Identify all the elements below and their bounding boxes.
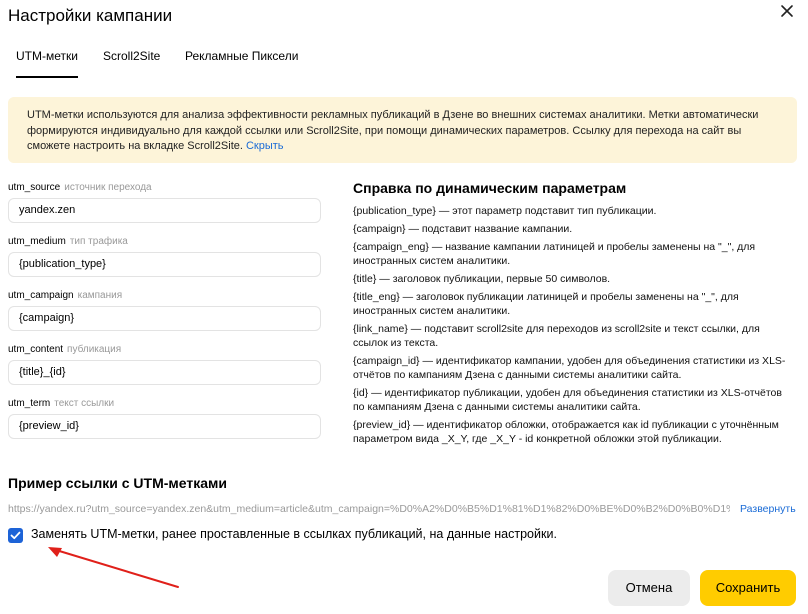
help-item: {link_name} — подставит scroll2site для … xyxy=(353,323,760,349)
replace-utm-checkbox[interactable] xyxy=(8,528,23,543)
replace-utm-label: Заменять UTM-метки, ранее проставленные … xyxy=(31,527,557,541)
help-item: {preview_id} — идентификатор обложки, от… xyxy=(353,419,779,445)
utm-medium-hint: тип трафика xyxy=(69,236,128,247)
utm-content-hint: публикация xyxy=(67,344,122,355)
help-item: {title} — заголовок публикации, первые 5… xyxy=(353,273,611,285)
dialog-title: Настройки кампании xyxy=(8,6,173,25)
help-item: {title_eng} — заголовок публикации латин… xyxy=(353,291,739,317)
example-title: Пример ссылки с UTM-метками xyxy=(8,475,227,491)
help-item: {publication_type} — этот параметр подст… xyxy=(353,205,657,217)
help-section: Справка по динамическим параметрам {publ… xyxy=(353,180,793,450)
utm-medium-input[interactable]: {publication_type} xyxy=(8,252,321,277)
help-item: {campaign_eng} — название кампании латин… xyxy=(353,241,756,267)
utm-source-label: utm_source источник перехода xyxy=(8,182,152,193)
hide-notice-link[interactable]: Скрыть xyxy=(246,140,284,152)
info-notice: UTM-метки используются для анализа эффек… xyxy=(8,97,797,163)
tab-pixels[interactable]: Рекламные Пиксели xyxy=(185,49,298,63)
notice-text: UTM-метки используются для анализа эффек… xyxy=(27,109,759,152)
close-icon[interactable] xyxy=(778,2,798,22)
checkmark-icon xyxy=(10,531,21,540)
expand-link[interactable]: Развернуть xyxy=(740,503,796,515)
help-title: Справка по динамическим параметрам xyxy=(353,180,627,196)
tab-scroll2site[interactable]: Scroll2Site xyxy=(103,49,160,63)
example-url: https://yandex.ru?utm_source=yandex.zen&… xyxy=(8,503,730,515)
utm-content-input[interactable]: {title}_{id} xyxy=(8,360,321,385)
cancel-button[interactable]: Отмена xyxy=(608,570,690,606)
help-item: {campaign_id} — идентификатор кампании, … xyxy=(353,355,786,381)
utm-term-hint: текст ссылки xyxy=(54,398,115,409)
utm-campaign-label: utm_campaign кампания xyxy=(8,290,123,301)
utm-source-hint: источник перехода xyxy=(64,182,152,193)
utm-term-label: utm_term текст ссылки xyxy=(8,398,115,409)
utm-campaign-hint: кампания xyxy=(77,290,123,301)
utm-content-label: utm_content публикация xyxy=(8,344,122,355)
utm-medium-label: utm_medium тип трафика xyxy=(8,236,128,247)
tab-bar: UTM-метки Scroll2Site Рекламные Пиксели xyxy=(0,40,808,80)
annotation-arrow-icon xyxy=(48,547,179,588)
utm-source-input[interactable]: yandex.zen xyxy=(8,198,321,223)
help-item: {id} — идентификатор публикации, удобен … xyxy=(353,387,782,413)
tab-utm[interactable]: UTM-метки xyxy=(16,49,78,78)
utm-campaign-input[interactable]: {campaign} xyxy=(8,306,321,331)
help-item: {campaign} — подставит название кампании… xyxy=(353,223,573,235)
utm-term-input[interactable]: {preview_id} xyxy=(8,414,321,439)
save-button[interactable]: Сохранить xyxy=(700,570,796,606)
